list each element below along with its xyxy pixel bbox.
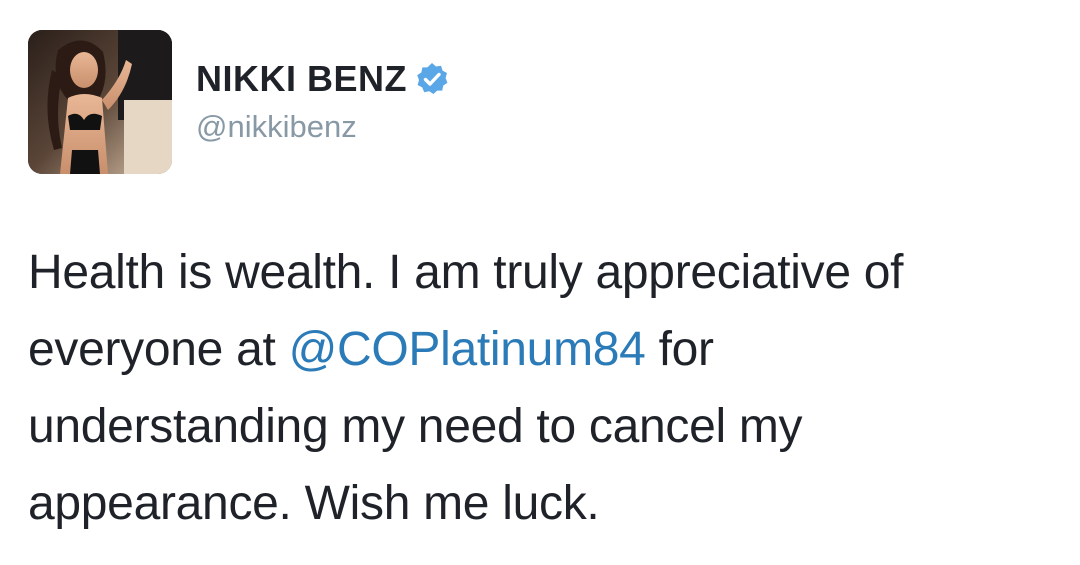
user-handle[interactable]: @nikkibenz bbox=[196, 108, 357, 146]
display-name[interactable]: NIKKI BENZ bbox=[196, 58, 407, 100]
verified-badge-icon bbox=[415, 62, 449, 96]
name-row: NIKKI BENZ bbox=[196, 58, 449, 100]
avatar-image bbox=[28, 30, 172, 174]
tweet-line: appearance. Wish me luck. bbox=[28, 477, 600, 530]
tweet-text-segment: everyone at bbox=[28, 323, 289, 376]
tweet-text-segment: for bbox=[645, 323, 714, 376]
tweet-text: Health is wealth. I am truly appreciativ… bbox=[28, 234, 1058, 542]
mention-link[interactable]: @COPlatinum84 bbox=[289, 323, 646, 376]
tweet-line: everyone at @COPlatinum84 for bbox=[28, 311, 1058, 388]
avatar[interactable] bbox=[28, 30, 172, 174]
tweet-line: understanding my need to cancel my bbox=[28, 400, 803, 453]
tweet-card: NIKKI BENZ @nikkibenz Health is wealth. … bbox=[0, 0, 1080, 565]
tweet-line: Health is wealth. I am truly appreciativ… bbox=[28, 246, 904, 299]
